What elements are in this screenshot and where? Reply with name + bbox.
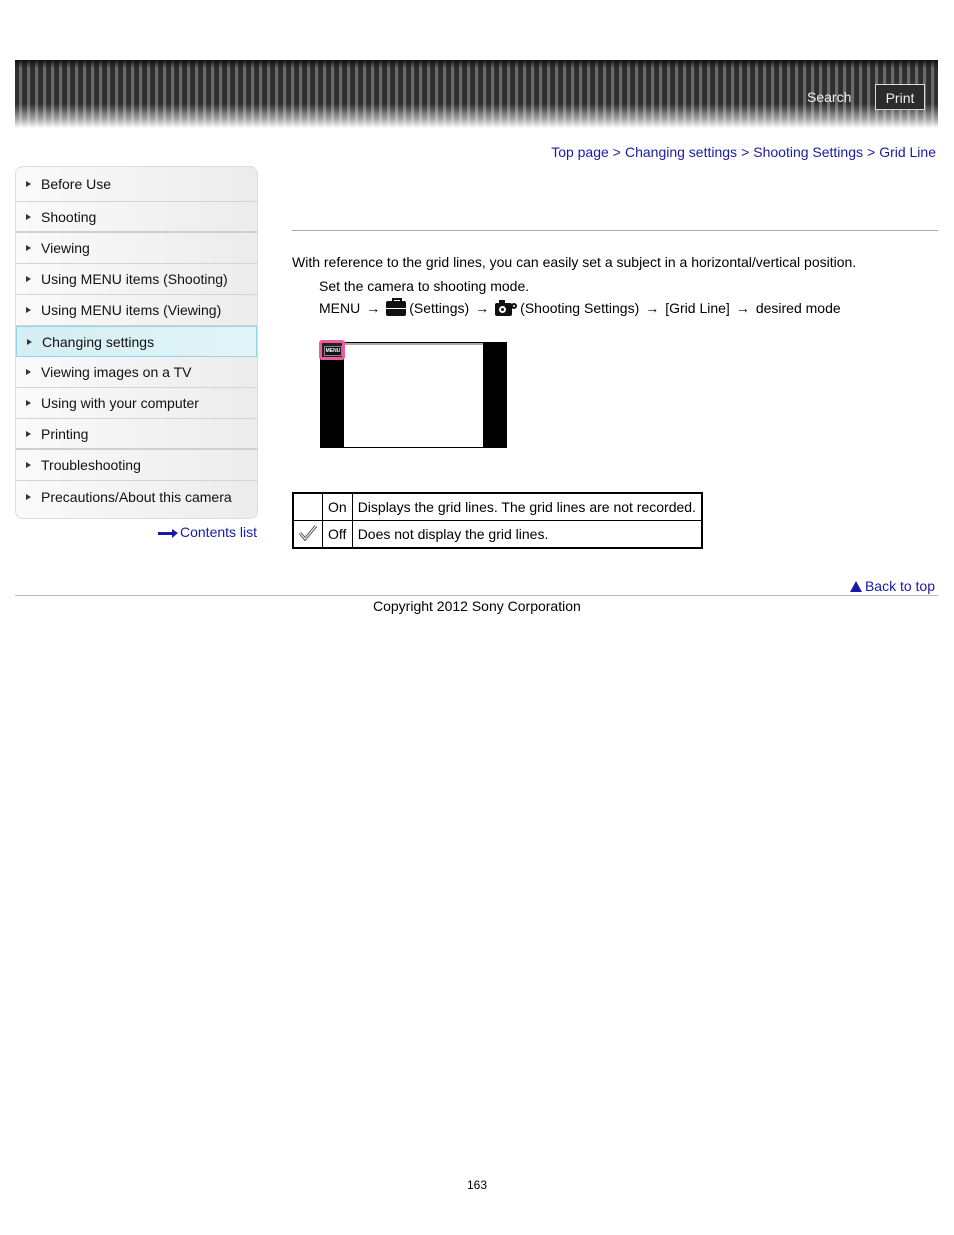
triangle-right-icon	[26, 369, 31, 375]
copyright-text: Copyright 2012 Sony Corporation	[373, 598, 581, 614]
desired-mode-label: desired mode	[755, 300, 841, 316]
sidebar-item-menu-viewing[interactable]: Using MENU items (Viewing)	[16, 295, 257, 326]
sidebar-item-label: Changing settings	[42, 333, 155, 350]
triangle-right-icon	[26, 307, 31, 313]
triangle-right-icon	[26, 181, 31, 187]
sidebar-item-label: Troubleshooting	[41, 457, 141, 473]
triangle-right-icon	[26, 400, 31, 406]
sidebar-item-label: Printing	[41, 425, 89, 442]
sidebar-item-label: Using MENU items (Shooting)	[41, 271, 228, 287]
sidebar-item-changing-settings[interactable]: Changing settings	[16, 326, 257, 357]
breadcrumb-separator: >	[741, 144, 750, 160]
sidebar-item-viewing[interactable]: Viewing	[16, 233, 257, 264]
breadcrumb-top-page[interactable]: Top page	[551, 144, 609, 160]
print-button[interactable]: Print	[875, 84, 925, 110]
page-number: 163	[466, 1178, 488, 1192]
default-marker-cell	[292, 492, 323, 521]
grid-line-label: [Grid Line]	[665, 300, 730, 316]
screen-display-area	[344, 343, 483, 447]
settings-label: (Settings)	[409, 300, 470, 316]
shooting-settings-label: (Shooting Settings)	[520, 300, 640, 316]
breadcrumb-separator: >	[867, 144, 876, 160]
triangle-right-icon	[27, 338, 32, 345]
sidebar-item-troubleshooting[interactable]: Troubleshooting	[16, 450, 257, 481]
table-row: On Displays the grid lines. The grid lin…	[292, 492, 703, 521]
breadcrumb-shooting-settings[interactable]: Shooting Settings	[753, 144, 863, 160]
sidebar-item-label: Before Use	[41, 176, 112, 192]
arrow-right-icon: →	[645, 300, 660, 316]
checkmark-icon	[298, 524, 318, 541]
option-description: Does not display the grid lines.	[351, 520, 703, 549]
sidebar-item-label: Using MENU items (Viewing)	[41, 302, 222, 318]
header-bar	[15, 60, 938, 128]
back-to-top-label: Back to top	[864, 578, 935, 594]
breadcrumb-grid-line[interactable]: Grid Line	[879, 144, 936, 160]
step-text: Set the camera to shooting mode.	[319, 278, 530, 294]
camera-settings-icon	[495, 300, 518, 316]
sidebar-item-precautions[interactable]: Precautions/About this camera	[16, 481, 257, 512]
contents-list-link[interactable]: Contents list	[158, 524, 257, 540]
sidebar-item-label: Viewing images on a TV	[41, 364, 192, 380]
default-marker-cell	[292, 520, 323, 549]
table-row: Off Does not display the grid lines.	[292, 520, 703, 549]
footer-divider	[15, 595, 938, 596]
option-name: On	[322, 492, 353, 521]
intro-text: With reference to the grid lines, you ca…	[292, 254, 857, 270]
sidebar-item-before-use[interactable]: Before Use	[16, 167, 257, 202]
menu-button-label: MENU	[324, 346, 342, 356]
arrow-right-icon: →	[475, 300, 490, 316]
option-description: Displays the grid lines. The grid lines …	[351, 492, 703, 521]
sidebar-item-label: Viewing	[41, 240, 90, 256]
triangle-right-icon	[26, 245, 31, 251]
camera-screen-illustration: MENU	[319, 340, 507, 448]
options-table: On Displays the grid lines. The grid lin…	[292, 492, 703, 549]
triangle-right-icon	[26, 276, 31, 282]
contents-list-label: Contents list	[180, 524, 258, 540]
sidebar-nav: Before Use Shooting Viewing Using MENU i…	[15, 166, 258, 519]
option-name: Off	[322, 520, 353, 549]
triangle-right-icon	[26, 213, 31, 220]
arrow-right-icon: →	[735, 300, 750, 316]
sidebar-item-viewing-tv[interactable]: Viewing images on a TV	[16, 357, 257, 388]
menu-path: MENU → (Settings) → (Shooting Settings) …	[319, 297, 841, 316]
breadcrumb-separator: >	[612, 144, 621, 160]
triangle-right-icon	[26, 430, 31, 437]
arrow-right-icon: →	[366, 300, 381, 316]
breadcrumb: Top page > Changing settings > Shooting Sett…	[551, 144, 936, 160]
triangle-right-icon	[26, 493, 31, 500]
sidebar-item-menu-shooting[interactable]: Using MENU items (Shooting)	[16, 264, 257, 295]
breadcrumb-changing-settings[interactable]: Changing settings	[625, 144, 737, 160]
sidebar-item-printing[interactable]: Printing	[16, 419, 257, 450]
triangle-up-icon	[849, 581, 862, 592]
back-to-top-link[interactable]: Back to top	[849, 578, 935, 594]
sidebar-item-computer[interactable]: Using with your computer	[16, 388, 257, 419]
arrow-right-icon	[158, 529, 178, 539]
search-link[interactable]: Search	[807, 89, 851, 105]
sidebar-item-shooting[interactable]: Shooting	[16, 202, 257, 233]
title-divider	[292, 230, 938, 231]
toolbox-icon	[386, 297, 407, 316]
menu-label: MENU	[319, 300, 361, 316]
sidebar-item-label: Precautions/About this camera	[41, 488, 232, 505]
menu-button-highlight: MENU	[319, 340, 345, 360]
sidebar-item-label: Using with your computer	[41, 395, 199, 411]
sidebar-item-label: Shooting	[41, 208, 97, 225]
triangle-right-icon	[26, 462, 31, 468]
